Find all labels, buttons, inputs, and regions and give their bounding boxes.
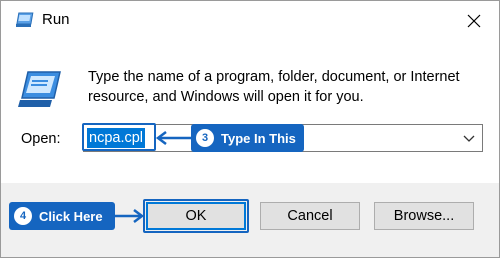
close-icon <box>467 14 481 28</box>
annotation-click-here: 4 Click Here <box>9 202 115 230</box>
browse-button[interactable]: Browse... <box>374 202 474 230</box>
arrow-right-icon <box>114 209 145 223</box>
ok-button[interactable]: OK <box>146 202 246 230</box>
chevron-down-icon[interactable] <box>462 131 476 145</box>
annotation-text: Type In This <box>221 130 296 146</box>
run-icon <box>18 71 61 107</box>
title-bar[interactable]: Run <box>1 1 499 39</box>
close-button[interactable] <box>455 4 493 38</box>
step-number: 4 <box>14 207 32 225</box>
window-title: Run <box>42 11 70 28</box>
cancel-button[interactable]: Cancel <box>260 202 360 230</box>
input-highlight <box>82 123 156 151</box>
step-number: 3 <box>196 129 214 147</box>
dialog-description: Type the name of a program, folder, docu… <box>88 69 460 105</box>
run-app-icon <box>16 12 34 27</box>
open-label: Open: <box>21 131 61 147</box>
annotation-type-in-this: 3 Type In This <box>191 124 304 152</box>
arrow-left-icon <box>155 131 192 145</box>
annotation-text: Click Here <box>39 208 103 224</box>
